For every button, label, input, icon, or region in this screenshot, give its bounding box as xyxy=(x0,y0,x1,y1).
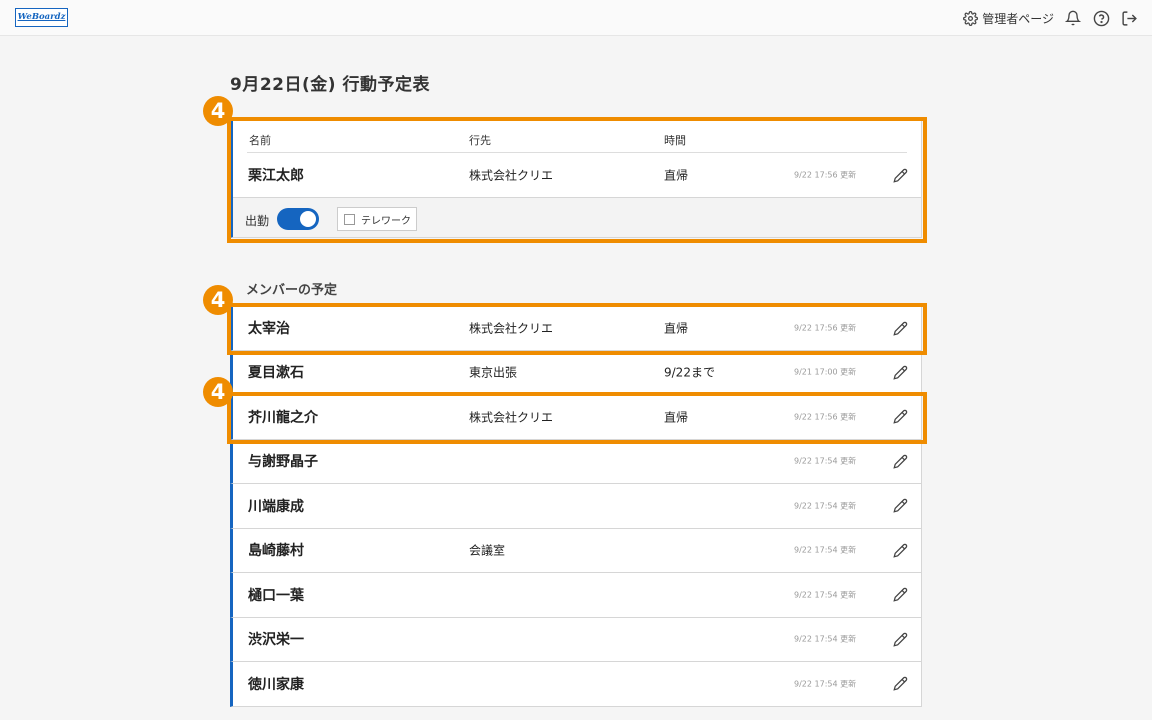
help-icon[interactable] xyxy=(1092,9,1110,27)
member-row[interactable]: 樋口一葉 9/22 17:54 更新 xyxy=(230,573,922,618)
attendance-label: 出勤 xyxy=(245,214,270,228)
step-badge: 4 xyxy=(203,285,233,315)
member-name: 川端康成 xyxy=(248,498,304,515)
member-time: 直帰 xyxy=(664,168,689,183)
top-bar: WeBoardz 管理者ページ xyxy=(0,0,1152,36)
updated-timestamp: 9/22 17:54 更新 xyxy=(794,501,857,511)
member-row[interactable]: 島崎藤村 会議室 9/22 17:54 更新 xyxy=(230,528,922,573)
pencil-icon[interactable] xyxy=(891,630,909,648)
pencil-icon[interactable] xyxy=(891,586,909,604)
pencil-icon[interactable] xyxy=(891,166,909,184)
page-title: 9月22日(金) 行動予定表 xyxy=(230,75,430,95)
updated-timestamp: 9/22 17:54 更新 xyxy=(794,590,857,600)
pencil-icon[interactable] xyxy=(891,541,909,559)
member-row[interactable]: 太宰治 株式会社クリエ 直帰 9/22 17:56 更新 xyxy=(230,306,922,351)
member-row[interactable]: 与謝野晶子 9/22 17:54 更新 xyxy=(230,439,922,484)
my-schedule-row[interactable]: 栗江太郎 株式会社クリエ 直帰 9/22 17:56 更新 xyxy=(233,153,921,197)
attendance-toggle[interactable] xyxy=(277,208,319,230)
member-destination: 東京出張 xyxy=(469,365,518,380)
member-name: 島崎藤村 xyxy=(248,543,304,560)
member-name: 樋口一葉 xyxy=(248,587,304,604)
member-name: 与謝野晶子 xyxy=(248,454,318,471)
pencil-icon[interactable] xyxy=(891,408,909,426)
telework-checkbox[interactable]: テレワーク xyxy=(337,207,417,231)
bell-icon[interactable] xyxy=(1064,9,1082,27)
header-name: 名前 xyxy=(249,134,271,147)
pencil-icon[interactable] xyxy=(891,675,909,693)
member-row[interactable]: 渋沢栄一 9/22 17:54 更新 xyxy=(230,617,922,662)
pencil-icon[interactable] xyxy=(891,497,909,515)
gear-icon xyxy=(961,9,979,27)
member-time: 直帰 xyxy=(664,410,689,425)
step-badge: 4 xyxy=(203,377,233,407)
updated-timestamp: 9/22 17:56 更新 xyxy=(794,170,857,180)
updated-timestamp: 9/21 17:00 更新 xyxy=(794,367,857,377)
telework-label: テレワーク xyxy=(361,215,411,227)
member-row[interactable]: 徳川家康 9/22 17:54 更新 xyxy=(230,662,922,707)
schedule-table-header: 名前 行先 時間 xyxy=(247,121,907,153)
member-name: 芥川龍之介 xyxy=(248,409,318,426)
logout-icon[interactable] xyxy=(1120,9,1138,27)
member-name: 太宰治 xyxy=(248,321,290,338)
pencil-icon[interactable] xyxy=(891,319,909,337)
admin-page-label: 管理者ページ xyxy=(982,11,1054,26)
member-destination: 株式会社クリエ xyxy=(469,410,554,425)
updated-timestamp: 9/22 17:56 更新 xyxy=(794,412,857,422)
member-name: 夏目漱石 xyxy=(248,365,304,382)
member-destination: 会議室 xyxy=(469,543,506,558)
updated-timestamp: 9/22 17:56 更新 xyxy=(794,323,857,333)
updated-timestamp: 9/22 17:54 更新 xyxy=(794,679,857,689)
updated-timestamp: 9/22 17:54 更新 xyxy=(794,456,857,466)
pencil-icon[interactable] xyxy=(891,452,909,470)
step-badge: 4 xyxy=(203,96,233,126)
member-name: 渋沢栄一 xyxy=(248,632,304,649)
header-destination: 行先 xyxy=(469,134,491,147)
member-time: 直帰 xyxy=(664,321,689,336)
members-list: 太宰治 株式会社クリエ 直帰 9/22 17:56 更新 夏目漱石 東京出張 9… xyxy=(230,306,922,707)
member-name: 栗江太郎 xyxy=(248,168,304,184)
member-row[interactable]: 夏目漱石 東京出張 9/22まで 9/21 17:00 更新 xyxy=(230,350,922,395)
members-section-title: メンバーの予定 xyxy=(246,283,338,298)
pencil-icon[interactable] xyxy=(891,363,909,381)
admin-page-link[interactable]: 管理者ページ xyxy=(961,9,1054,27)
member-row[interactable]: 芥川龍之介 株式会社クリエ 直帰 9/22 17:56 更新 xyxy=(230,395,922,440)
my-schedule-card: 名前 行先 時間 栗江太郎 株式会社クリエ 直帰 9/22 17:56 更新 出… xyxy=(230,120,922,238)
updated-timestamp: 9/22 17:54 更新 xyxy=(794,634,857,644)
member-time: 9/22まで xyxy=(664,365,715,380)
member-row[interactable]: 川端康成 9/22 17:54 更新 xyxy=(230,484,922,529)
member-name: 徳川家康 xyxy=(248,676,304,693)
updated-timestamp: 9/22 17:54 更新 xyxy=(794,545,857,555)
app-logo[interactable]: WeBoardz xyxy=(15,8,68,27)
member-destination: 株式会社クリエ xyxy=(469,168,554,183)
member-destination: 株式会社クリエ xyxy=(469,321,554,336)
checkbox-box xyxy=(344,213,355,225)
header-time: 時間 xyxy=(664,134,686,147)
top-actions: 管理者ページ xyxy=(961,8,1138,28)
my-schedule-footer: 出勤 テレワーク xyxy=(233,197,921,237)
